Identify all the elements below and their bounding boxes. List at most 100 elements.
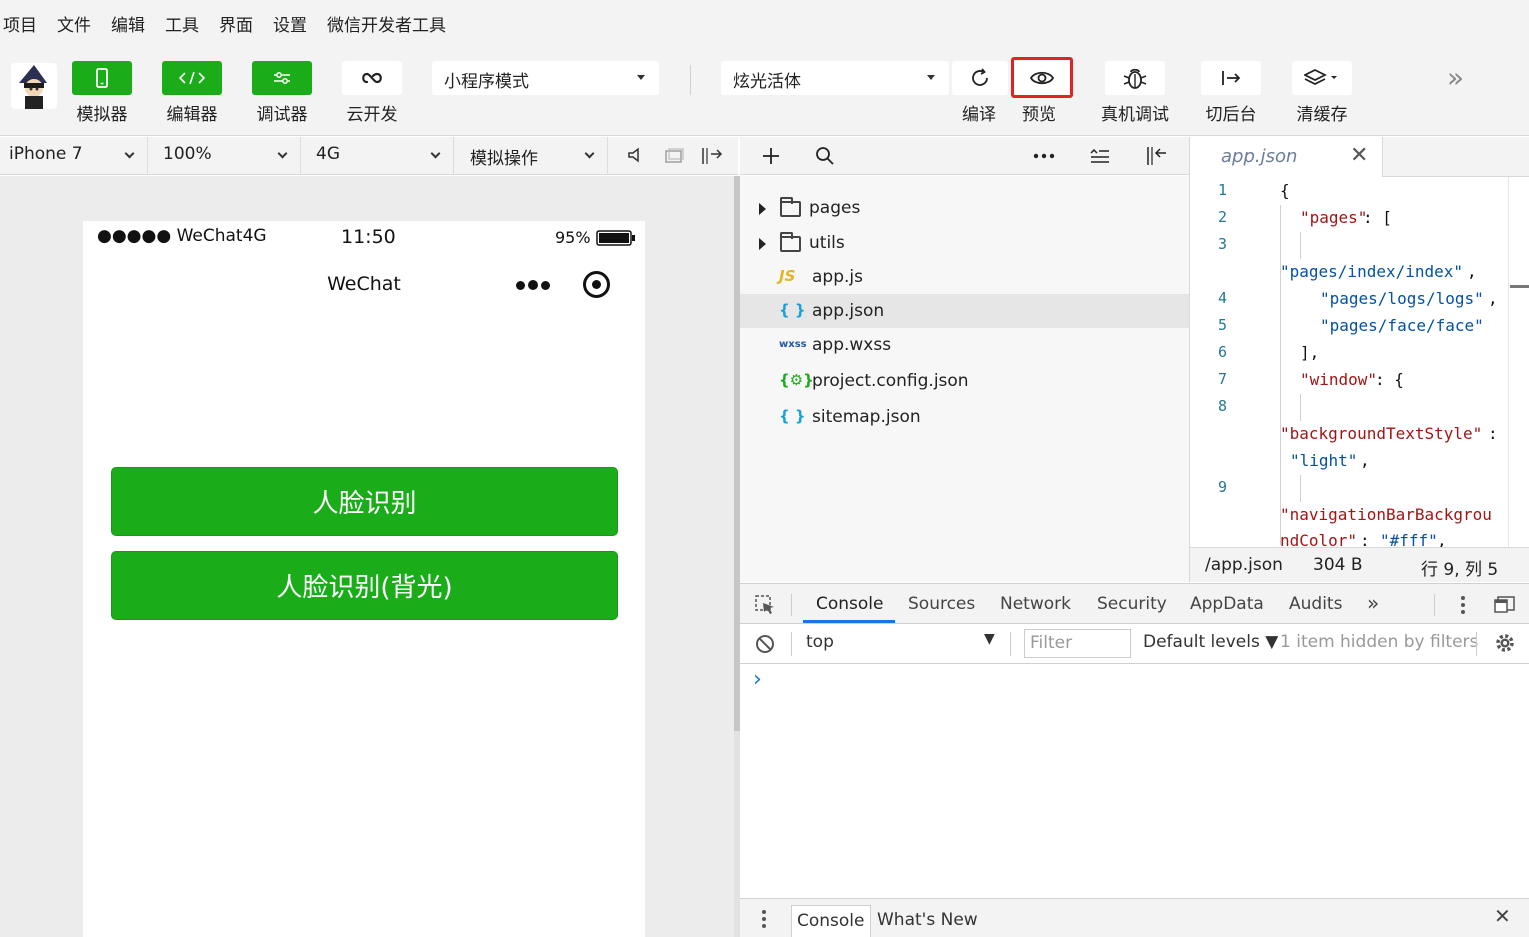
kebab-menu-icon[interactable] bbox=[1460, 594, 1466, 616]
operation-select[interactable]: 模拟操作 bbox=[461, 137, 608, 174]
menu-item-project[interactable]: 项目 bbox=[3, 11, 37, 36]
tree-item-label: app.wxss bbox=[812, 335, 892, 355]
menu-item-file[interactable]: 文件 bbox=[57, 11, 91, 36]
expand-arrow-icon[interactable] bbox=[759, 203, 766, 215]
tab-console[interactable]: Console bbox=[816, 594, 884, 614]
context-dropdown-icon[interactable]: ▼ bbox=[984, 631, 995, 647]
face-recognition-backlight-button[interactable]: 人脸识别(背光) bbox=[111, 551, 618, 620]
hide-panel-icon[interactable] bbox=[1145, 145, 1169, 167]
avatar[interactable] bbox=[11, 63, 57, 109]
tree-item-app-js[interactable]: JS app.js bbox=[740, 260, 1189, 294]
more-dots-icon[interactable] bbox=[516, 280, 550, 291]
divider bbox=[1476, 632, 1477, 656]
tree-item-app-json[interactable]: { } app.json bbox=[740, 294, 1189, 328]
drawer-menu-icon[interactable] bbox=[761, 908, 767, 930]
window-icon[interactable] bbox=[663, 147, 685, 165]
menu-item-view[interactable]: 界面 bbox=[219, 11, 253, 36]
code-token: ], bbox=[1300, 343, 1320, 362]
zoom-select[interactable]: 100% bbox=[154, 137, 301, 174]
preview-label: 预览 bbox=[1022, 105, 1056, 125]
console-output[interactable]: › bbox=[740, 664, 1529, 898]
folder-icon bbox=[780, 197, 801, 217]
code-token: , bbox=[1467, 262, 1477, 281]
editor-button[interactable] bbox=[162, 61, 222, 95]
settings-gear-icon[interactable] bbox=[1494, 632, 1516, 654]
editor-tab-bar: app.json ✕ bbox=[1189, 137, 1529, 177]
compile-mode-value: 炫光活体 bbox=[733, 72, 801, 92]
context-select-value[interactable]: top bbox=[806, 632, 834, 652]
clear-console-icon[interactable] bbox=[755, 634, 775, 654]
expand-arrow-icon[interactable] bbox=[759, 238, 766, 250]
close-icon[interactable]: ✕ bbox=[1350, 143, 1368, 168]
overview-ruler-mark bbox=[1510, 285, 1529, 288]
tab-audits[interactable]: Audits bbox=[1289, 594, 1342, 614]
clear-cache-label: 清缓存 bbox=[1296, 105, 1348, 125]
signal-carrier: ●●●●● WeChat4G bbox=[97, 226, 267, 246]
editor-label: 编辑器 bbox=[166, 105, 218, 125]
cloud-button[interactable] bbox=[342, 61, 402, 95]
tree-item-project-config[interactable]: {⚙} project.config.json bbox=[740, 364, 1189, 398]
status-file-path: /app.json bbox=[1205, 555, 1283, 575]
indent-guide bbox=[1300, 232, 1301, 259]
chevron-down-icon bbox=[584, 148, 595, 159]
code-editor[interactable]: 1 2 3 4 5 6 7 8 9 { "pages" : [ "pages/i… bbox=[1189, 177, 1529, 547]
simulator-button[interactable] bbox=[72, 61, 132, 95]
menu-item-edit[interactable]: 编辑 bbox=[111, 11, 145, 36]
log-levels-select[interactable]: Default levels ▼ bbox=[1143, 632, 1278, 652]
dock-side-icon[interactable] bbox=[1494, 594, 1516, 614]
drawer-tab-whats-new[interactable]: What's New bbox=[872, 905, 983, 937]
debugger-button[interactable] bbox=[252, 61, 312, 95]
tree-item-utils[interactable]: utils bbox=[740, 226, 1189, 260]
collapse-all-icon[interactable] bbox=[1089, 147, 1111, 165]
compile-button[interactable] bbox=[952, 61, 1008, 95]
status-cursor-position: 行 9, 列 5 bbox=[1421, 560, 1499, 580]
code-token: "navigationBarBackgrou bbox=[1280, 505, 1492, 524]
more-tabs-icon[interactable]: » bbox=[1367, 591, 1379, 615]
chevron-down-icon bbox=[124, 148, 135, 159]
editor-tab-app-json[interactable]: app.json ✕ bbox=[1190, 137, 1383, 177]
clear-cache-button[interactable] bbox=[1292, 61, 1352, 95]
more-horizontal-icon[interactable] bbox=[1033, 153, 1055, 159]
tab-appdata[interactable]: AppData bbox=[1190, 594, 1264, 614]
background-button[interactable] bbox=[1201, 61, 1261, 95]
device-select[interactable]: iPhone 7 bbox=[0, 137, 148, 174]
tree-item-label: utils bbox=[809, 233, 845, 253]
refresh-icon bbox=[972, 68, 988, 86]
menu-item-tools[interactable]: 工具 bbox=[165, 11, 199, 36]
tree-item-pages[interactable]: pages bbox=[740, 191, 1189, 225]
close-drawer-icon[interactable]: ✕ bbox=[1494, 904, 1511, 928]
tree-item-label: sitemap.json bbox=[812, 407, 921, 427]
mute-icon[interactable] bbox=[627, 146, 643, 164]
code-token: "pages/index/index" bbox=[1280, 262, 1464, 281]
caret-down-icon bbox=[637, 75, 645, 80]
tab-sources[interactable]: Sources bbox=[908, 594, 975, 614]
compile-mode-select[interactable]: 炫光活体 bbox=[721, 61, 949, 95]
code-token: "pages/logs/logs" bbox=[1320, 289, 1484, 308]
drawer-tab-console[interactable]: Console bbox=[791, 905, 871, 937]
network-select[interactable]: 4G bbox=[307, 137, 454, 174]
devtools-drawer-bar: Console What's New ✕ bbox=[740, 898, 1529, 937]
remote-debug-button[interactable] bbox=[1105, 61, 1165, 95]
cloud-link-icon bbox=[362, 72, 382, 84]
detach-panel-icon[interactable] bbox=[700, 146, 724, 166]
hidden-items-text: 1 item hidden by filters bbox=[1280, 632, 1479, 652]
tab-network[interactable]: Network bbox=[1000, 594, 1071, 614]
caret-down-icon bbox=[927, 75, 935, 80]
menu-item-devtools[interactable]: 微信开发者工具 bbox=[327, 11, 446, 36]
indent-guide bbox=[1300, 475, 1301, 502]
toolbar-more-icon[interactable]: » bbox=[1447, 61, 1464, 94]
console-filter-input[interactable]: Filter bbox=[1024, 629, 1131, 658]
mode-select[interactable]: 小程序模式 bbox=[432, 61, 659, 95]
close-target-icon[interactable] bbox=[583, 271, 610, 298]
tree-item-sitemap-json[interactable]: { } sitemap.json bbox=[740, 400, 1189, 434]
code-icon bbox=[178, 71, 206, 85]
battery-percent: 95% bbox=[555, 228, 591, 247]
tab-security[interactable]: Security bbox=[1097, 594, 1167, 614]
tree-item-app-wxss[interactable]: wxss app.wxss bbox=[740, 328, 1189, 362]
search-icon[interactable] bbox=[815, 146, 835, 166]
inspect-element-icon[interactable] bbox=[754, 594, 776, 616]
add-icon[interactable] bbox=[761, 146, 781, 166]
menu-item-settings[interactable]: 设置 bbox=[273, 11, 307, 36]
face-recognition-button[interactable]: 人脸识别 bbox=[111, 467, 618, 536]
js-file-icon: JS bbox=[779, 267, 796, 285]
